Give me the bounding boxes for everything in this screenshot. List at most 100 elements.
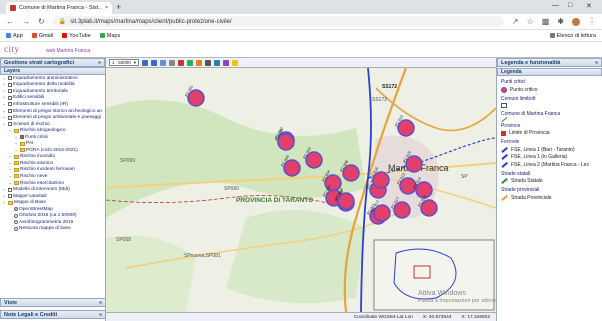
bookmark-apps[interactable]: App bbox=[6, 33, 23, 39]
zoom-in-icon[interactable] bbox=[142, 59, 148, 66]
layer-label: Rischio idrogeologico bbox=[20, 128, 66, 134]
extension-icon[interactable]: ▩ bbox=[542, 17, 550, 26]
share-icon[interactable]: ↗ bbox=[512, 17, 519, 26]
road-label: SP058 bbox=[116, 237, 131, 243]
layer-checkbox[interactable] bbox=[7, 194, 12, 199]
folder-icon bbox=[13, 181, 19, 186]
legend-group: Comune di Martina Franca bbox=[497, 111, 602, 122]
expand-toggle-icon[interactable]: + bbox=[14, 148, 18, 153]
expand-toggle-icon[interactable]: + bbox=[8, 174, 12, 179]
expand-icon[interactable]: » bbox=[99, 300, 102, 306]
expand-toggle-icon[interactable]: + bbox=[8, 128, 12, 133]
expand-toggle-icon[interactable]: + bbox=[8, 181, 12, 186]
bookmark-star-icon[interactable] bbox=[232, 59, 238, 66]
layer-checkbox[interactable] bbox=[7, 95, 12, 100]
layer-label: Punti critici bbox=[25, 134, 49, 140]
layer-checkbox[interactable] bbox=[7, 122, 12, 127]
layers-panel: Gestione strati cartografici « Layers + I… bbox=[0, 58, 106, 321]
search-icon[interactable] bbox=[223, 59, 229, 66]
layer-label: Elementi di pregio ambientale e paesaggi bbox=[13, 115, 101, 121]
map-canvas[interactable]: Martina Franca PROVINCIA DI TARANTO SS17… bbox=[106, 68, 496, 312]
minimize-icon[interactable]: — bbox=[552, 2, 559, 9]
address-bar[interactable]: 🔒 sit.3plab.it/maps/martina/maps/client/… bbox=[52, 16, 504, 27]
reload-icon[interactable]: ↻ bbox=[38, 17, 45, 26]
browser-tab[interactable]: Comune di Martina Franca - Sist... × bbox=[6, 2, 112, 14]
expand-toggle-icon[interactable]: + bbox=[14, 135, 18, 140]
print-icon[interactable] bbox=[205, 59, 211, 66]
menu-icon[interactable]: ⋮ bbox=[588, 17, 596, 26]
layer-checkbox[interactable] bbox=[7, 115, 12, 120]
expand-toggle-icon[interactable]: + bbox=[2, 82, 6, 87]
expand-toggle-icon[interactable]: + bbox=[8, 154, 12, 159]
layer-item[interactable]: Nessuna mappa di base bbox=[0, 226, 106, 233]
legend-item-label: Punto critico bbox=[510, 86, 538, 93]
layer-checkbox[interactable] bbox=[7, 109, 12, 113]
reading-list[interactable]: Elenco di lettura bbox=[549, 33, 596, 39]
expand-toggle-icon[interactable]: + bbox=[2, 89, 6, 94]
legend-panel: Legenda e funzionalità » Legenda Punti c… bbox=[496, 58, 602, 321]
radio-button[interactable] bbox=[13, 226, 18, 231]
legend-symbol-icon bbox=[501, 116, 508, 122]
reading-list-icon bbox=[549, 33, 555, 38]
map-svg[interactable]: Martina Franca PROVINCIA DI TARANTO SS17… bbox=[106, 68, 496, 312]
expand-toggle-icon[interactable]: + bbox=[2, 102, 6, 107]
collapse-right-icon[interactable]: » bbox=[595, 60, 598, 66]
layer-checkbox[interactable] bbox=[7, 82, 12, 87]
layer-item[interactable]: + Elementi di pregio storico archeologico… bbox=[0, 108, 106, 115]
legend-group-heading: Strade provinciali bbox=[501, 187, 540, 193]
layer-list: + Inquadramento amministrativo + Inquadrame… bbox=[0, 75, 106, 232]
expand-icon[interactable]: » bbox=[99, 312, 102, 318]
bookmarks-bar: App Gmail YouTube Maps Elenco di lettura bbox=[0, 30, 602, 42]
expand-toggle-icon[interactable]: + bbox=[2, 200, 6, 205]
expand-toggle-icon[interactable]: + bbox=[2, 109, 6, 114]
bookmark-gmail[interactable]: Gmail bbox=[31, 33, 53, 39]
expand-toggle-icon[interactable]: + bbox=[2, 187, 6, 192]
legend-group: Punti critici Punto critico bbox=[497, 79, 602, 93]
bookmark-maps[interactable]: Maps bbox=[99, 33, 120, 39]
layer-label: Infrastrutture sensibili (IR) bbox=[13, 101, 68, 107]
star-icon[interactable]: ☆ bbox=[527, 17, 534, 26]
profile-avatar[interactable] bbox=[572, 17, 580, 26]
expand-toggle-icon[interactable]: + bbox=[2, 194, 6, 199]
radio-button[interactable] bbox=[13, 220, 18, 225]
bookmark-youtube[interactable]: YouTube bbox=[62, 33, 91, 39]
new-tab-button[interactable]: + bbox=[116, 2, 121, 12]
expand-toggle-icon[interactable]: + bbox=[2, 122, 6, 127]
layer-checkbox[interactable] bbox=[7, 187, 12, 192]
expand-toggle-icon[interactable]: + bbox=[14, 141, 18, 146]
info-icon[interactable] bbox=[169, 59, 175, 66]
measure-icon[interactable] bbox=[178, 59, 184, 66]
puzzle-icon[interactable]: ✱ bbox=[557, 17, 564, 26]
maximize-icon[interactable]: □ bbox=[568, 2, 572, 9]
scale-selector[interactable]: 1 : 50000 ▾ bbox=[109, 59, 139, 66]
legal-section-header[interactable]: Note Legali e Crediti» bbox=[0, 310, 106, 319]
export-icon[interactable] bbox=[214, 59, 220, 66]
layer-checkbox[interactable] bbox=[7, 89, 12, 94]
forward-icon[interactable]: → bbox=[22, 17, 30, 26]
views-section-header[interactable]: Viste» bbox=[0, 298, 106, 307]
layer-item[interactable]: + Elementi di pregio ambientale e paesagg… bbox=[0, 114, 106, 121]
pan-icon[interactable] bbox=[160, 59, 166, 66]
legend-panel-header[interactable]: Legenda e funzionalità » bbox=[497, 58, 602, 67]
layer-checkbox[interactable] bbox=[7, 102, 12, 107]
radio-button[interactable] bbox=[13, 213, 18, 218]
expand-toggle-icon[interactable]: + bbox=[8, 167, 12, 172]
zoom-out-icon[interactable] bbox=[151, 59, 157, 66]
expand-toggle-icon[interactable]: + bbox=[2, 76, 6, 81]
radio-button[interactable] bbox=[13, 207, 18, 212]
layer-checkbox[interactable] bbox=[7, 76, 12, 81]
draw-icon[interactable] bbox=[196, 59, 202, 66]
collapse-left-icon[interactable]: « bbox=[98, 60, 101, 66]
expand-toggle-icon[interactable]: + bbox=[2, 115, 6, 120]
layers-panel-header[interactable]: Gestione strati cartografici « bbox=[0, 58, 105, 67]
expand-toggle-icon[interactable]: + bbox=[2, 95, 6, 100]
expand-toggle-icon[interactable]: + bbox=[8, 161, 12, 166]
tab-close-icon[interactable]: × bbox=[105, 5, 108, 11]
window-close-icon[interactable]: ✕ bbox=[586, 2, 592, 10]
road-label: SS172 bbox=[382, 84, 397, 90]
layer-checkbox[interactable] bbox=[19, 135, 24, 140]
legend-group-heading: Comune di Martina Franca bbox=[501, 111, 561, 117]
road-label: SPnuova,SP081 bbox=[184, 253, 221, 259]
back-icon[interactable]: ← bbox=[6, 17, 14, 26]
select-icon[interactable] bbox=[187, 59, 193, 66]
